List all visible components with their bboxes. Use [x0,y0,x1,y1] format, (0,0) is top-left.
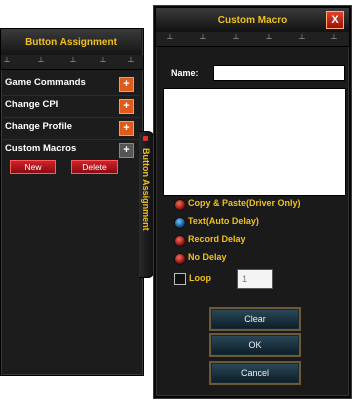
ruler-tick-icon: ┴ [167,34,173,43]
clear-button[interactable]: Clear [209,307,301,331]
ruler-tick-icon: ┴ [200,34,206,43]
menu-item-change-cpi[interactable]: Change CPI + [1,95,140,118]
radio-icon[interactable] [174,217,186,229]
tab-marker-icon [143,136,148,141]
radio-icon[interactable] [174,253,186,265]
checkbox-icon[interactable] [174,273,186,285]
menu-item-label: Change Profile [5,121,73,132]
plus-icon[interactable]: + [119,99,134,114]
plus-icon[interactable]: + [119,143,134,158]
delete-macro-button[interactable]: Delete [71,160,118,174]
ruler-tick-icon: ┴ [100,57,106,66]
option-label: Text(Auto Delay) [188,216,259,226]
side-tab-label: Button Assignment [141,148,151,231]
option-label: No Delay [188,252,227,262]
option-label: Record Delay [188,234,246,244]
menu-item-label: Game Commands [5,77,86,88]
panel-title: Button Assignment [1,29,141,56]
name-label: Name: [171,68,199,78]
ruler-tick-icon: ┴ [128,57,134,66]
radio-icon[interactable] [174,199,186,211]
ruler-tick-icon: ┴ [4,57,10,66]
ruler-tick-icon: ┴ [266,34,272,43]
menu-item-change-profile[interactable]: Change Profile + [1,117,140,140]
dialog-title: Custom Macro [156,8,349,33]
plus-icon[interactable]: + [119,77,134,92]
radio-icon[interactable] [174,235,186,247]
custom-macro-dialog: Custom Macro X ┴ ┴ ┴ ┴ ┴ ┴ Name: Copy & … [154,6,351,398]
ruler-bar: ┴ ┴ ┴ ┴ ┴ [1,55,143,70]
ruler-tick-icon: ┴ [38,57,44,66]
ruler-tick-icon: ┴ [233,34,239,43]
button-assignment-panel: Button Assignment ┴ ┴ ┴ ┴ ┴ Game Command… [0,28,144,376]
ruler-tick-icon: ┴ [299,34,305,43]
button-assignment-tab[interactable]: Button Assignment [139,131,154,278]
menu-item-game-commands[interactable]: Game Commands + [1,73,140,96]
macro-content-area[interactable] [163,88,346,196]
plus-icon[interactable]: + [119,121,134,136]
menu-item-custom-macros[interactable]: Custom Macros + [1,139,140,161]
ruler-bar: ┴ ┴ ┴ ┴ ┴ ┴ [156,32,349,47]
close-icon[interactable]: X [326,11,344,29]
menu-item-label: Custom Macros [5,143,77,154]
menu-item-label: Change CPI [5,99,59,110]
macro-name-input[interactable] [213,65,345,81]
new-macro-button[interactable]: New [10,160,56,174]
ruler-tick-icon: ┴ [331,34,337,43]
cancel-button[interactable]: Cancel [209,361,301,385]
loop-label: Loop [189,273,211,283]
loop-count-input[interactable] [237,269,273,289]
ruler-tick-icon: ┴ [70,57,76,66]
ok-button[interactable]: OK [209,333,301,357]
option-label: Copy & Paste(Driver Only) [188,198,301,208]
